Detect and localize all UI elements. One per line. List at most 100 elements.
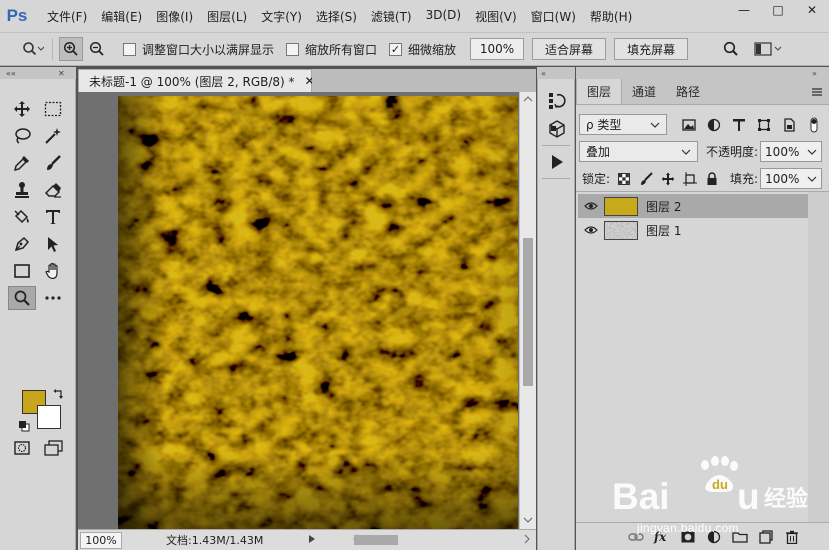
marquee-tool-icon[interactable] <box>39 97 67 121</box>
fill-screen-button[interactable]: 填充屏幕 <box>614 38 689 60</box>
swap-colors-icon[interactable] <box>53 388 65 400</box>
zoom-all-checkbox[interactable] <box>286 42 300 56</box>
3d-panel-icon[interactable] <box>538 115 576 143</box>
layer-2-name[interactable]: 图层 2 <box>646 198 681 215</box>
zoom-in-icon[interactable] <box>59 37 83 61</box>
lock-all-icon[interactable] <box>702 169 722 189</box>
lock-image-pixels-icon[interactable] <box>636 169 656 189</box>
filter-adjustment-icon[interactable] <box>704 115 724 135</box>
more-tools-icon[interactable] <box>39 286 67 310</box>
filter-shape-icon[interactable] <box>754 115 774 135</box>
opacity-label: 不透明度: <box>706 145 759 159</box>
status-menu-arrow-icon[interactable] <box>307 534 317 547</box>
menu-edit[interactable]: 编辑(E) <box>94 8 149 25</box>
baidu-jingyan-watermark: Bai u 经验 du jingyan.baidu.com <box>612 455 817 545</box>
panel-menu-icon[interactable] <box>805 79 829 104</box>
paint-bucket-tool-icon[interactable] <box>8 205 36 229</box>
layer-row-1[interactable]: 图层 1 <box>578 218 808 242</box>
horizontal-scroll-thumb[interactable] <box>354 535 398 545</box>
tab-layers[interactable]: 图层 <box>576 79 623 104</box>
menu-select[interactable]: 选择(S) <box>309 8 364 25</box>
default-colors-icon[interactable] <box>18 420 30 432</box>
filter-smart-object-icon[interactable] <box>779 115 799 135</box>
background-color-swatch[interactable] <box>37 405 61 429</box>
pen-tool-icon[interactable] <box>8 232 36 256</box>
layer-row-2[interactable]: 图层 2 <box>578 194 808 218</box>
zoom-all-option[interactable]: 缩放所有窗口 <box>286 41 377 58</box>
menu-3d[interactable]: 3D(D) <box>419 8 468 25</box>
lock-transparent-pixels-icon[interactable] <box>614 169 634 189</box>
screen-mode-icon[interactable] <box>40 436 68 460</box>
vertical-scroll-thumb[interactable] <box>523 238 533 386</box>
workspace-switcher-icon[interactable] <box>752 37 786 61</box>
path-selection-tool-icon[interactable] <box>39 232 67 256</box>
close-button[interactable]: ✕ <box>795 0 829 20</box>
zoom-out-icon[interactable] <box>85 37 109 61</box>
menu-help[interactable]: 帮助(H) <box>583 8 639 25</box>
window-controls: — □ ✕ <box>727 0 829 24</box>
menu-image[interactable]: 图像(I) <box>149 8 200 25</box>
mini-dock-strip[interactable]: « <box>537 67 575 79</box>
filter-type-icon[interactable] <box>729 115 749 135</box>
eraser-tool-icon[interactable] <box>39 178 67 202</box>
filter-pixel-icon[interactable] <box>679 115 699 135</box>
tab-paths[interactable]: 路径 <box>666 79 710 104</box>
menu-window[interactable]: 窗口(W) <box>524 8 583 25</box>
search-icon[interactable] <box>718 37 744 61</box>
menu-view[interactable]: 视图(V) <box>468 8 524 25</box>
hand-tool-icon[interactable] <box>39 259 67 283</box>
layer-filter-kind-select[interactable]: ρ 类型 <box>579 114 667 135</box>
chevron-down-icon <box>807 149 817 155</box>
menu-filter[interactable]: 滤镜(T) <box>364 8 419 25</box>
blend-mode-select[interactable]: 叠加 <box>579 141 698 162</box>
layer-1-name[interactable]: 图层 1 <box>646 222 681 239</box>
visibility-eye-icon[interactable] <box>578 225 604 235</box>
restore-button[interactable]: □ <box>761 0 795 20</box>
actions-play-icon[interactable] <box>538 148 576 176</box>
tab-channels[interactable]: 通道 <box>622 79 666 104</box>
document-tab[interactable]: 未标题-1 @ 100% (图层 2, RGB/8) * ✕ <box>78 69 315 92</box>
lock-artboard-icon[interactable] <box>680 169 700 189</box>
scroll-right-icon[interactable] <box>522 534 532 547</box>
toolbar-collapse-strip[interactable]: «« ✕ <box>0 67 76 79</box>
dock-separator <box>542 145 570 146</box>
scrubby-zoom-option[interactable]: ✓ 细微缩放 <box>389 41 456 58</box>
lock-position-icon[interactable] <box>658 169 678 189</box>
history-panel-icon[interactable] <box>538 87 576 115</box>
fill-field[interactable]: 100% <box>760 168 823 189</box>
scrubby-zoom-checkbox[interactable]: ✓ <box>389 42 403 56</box>
type-tool-icon[interactable] <box>39 205 67 229</box>
layer-1-thumbnail <box>604 220 638 240</box>
document-title: 未标题-1 @ 100% (图层 2, RGB/8) * <box>89 74 295 89</box>
brush-tool-icon[interactable] <box>39 151 67 175</box>
opacity-field[interactable]: 100% <box>760 141 823 162</box>
resize-windows-option[interactable]: 调整窗口大小以满屏显示 <box>123 41 274 58</box>
zoom-percent-field[interactable]: 100% <box>470 38 525 60</box>
filter-toggle-icon[interactable] <box>804 115 824 135</box>
magic-wand-tool-icon[interactable] <box>39 124 67 148</box>
zoom-tool-icon[interactable] <box>8 286 36 310</box>
eyedropper-tool-icon[interactable] <box>8 151 36 175</box>
resize-windows-checkbox[interactable] <box>123 42 136 56</box>
dock-separator <box>542 178 570 179</box>
zoom-tool-preset-icon[interactable] <box>20 37 46 61</box>
minimize-button[interactable]: — <box>727 0 761 20</box>
rectangle-tool-icon[interactable] <box>8 259 36 283</box>
layers-dock-strip[interactable]: » <box>576 67 829 79</box>
fill-value: 100% <box>765 171 800 186</box>
gold-texture-canvas[interactable] <box>118 96 518 529</box>
fit-screen-button[interactable]: 适合屏幕 <box>532 38 607 60</box>
visibility-eye-icon[interactable] <box>578 201 604 211</box>
menu-layer[interactable]: 图层(L) <box>200 8 254 25</box>
document-canvas-area[interactable] <box>78 92 519 529</box>
resize-windows-label: 调整窗口大小以满屏显示 <box>142 42 275 57</box>
status-zoom-field[interactable]: 100% <box>80 531 122 549</box>
menu-type[interactable]: 文字(Y) <box>254 8 309 25</box>
clone-stamp-tool-icon[interactable] <box>8 178 36 202</box>
quick-mask-icon[interactable] <box>8 436 36 460</box>
move-tool-icon[interactable] <box>8 97 36 121</box>
lasso-tool-icon[interactable] <box>8 124 36 148</box>
canvas-vertical-scrollbar[interactable] <box>519 92 536 529</box>
menu-file[interactable]: 文件(F) <box>40 8 94 25</box>
svg-text:✕: ✕ <box>58 69 65 78</box>
